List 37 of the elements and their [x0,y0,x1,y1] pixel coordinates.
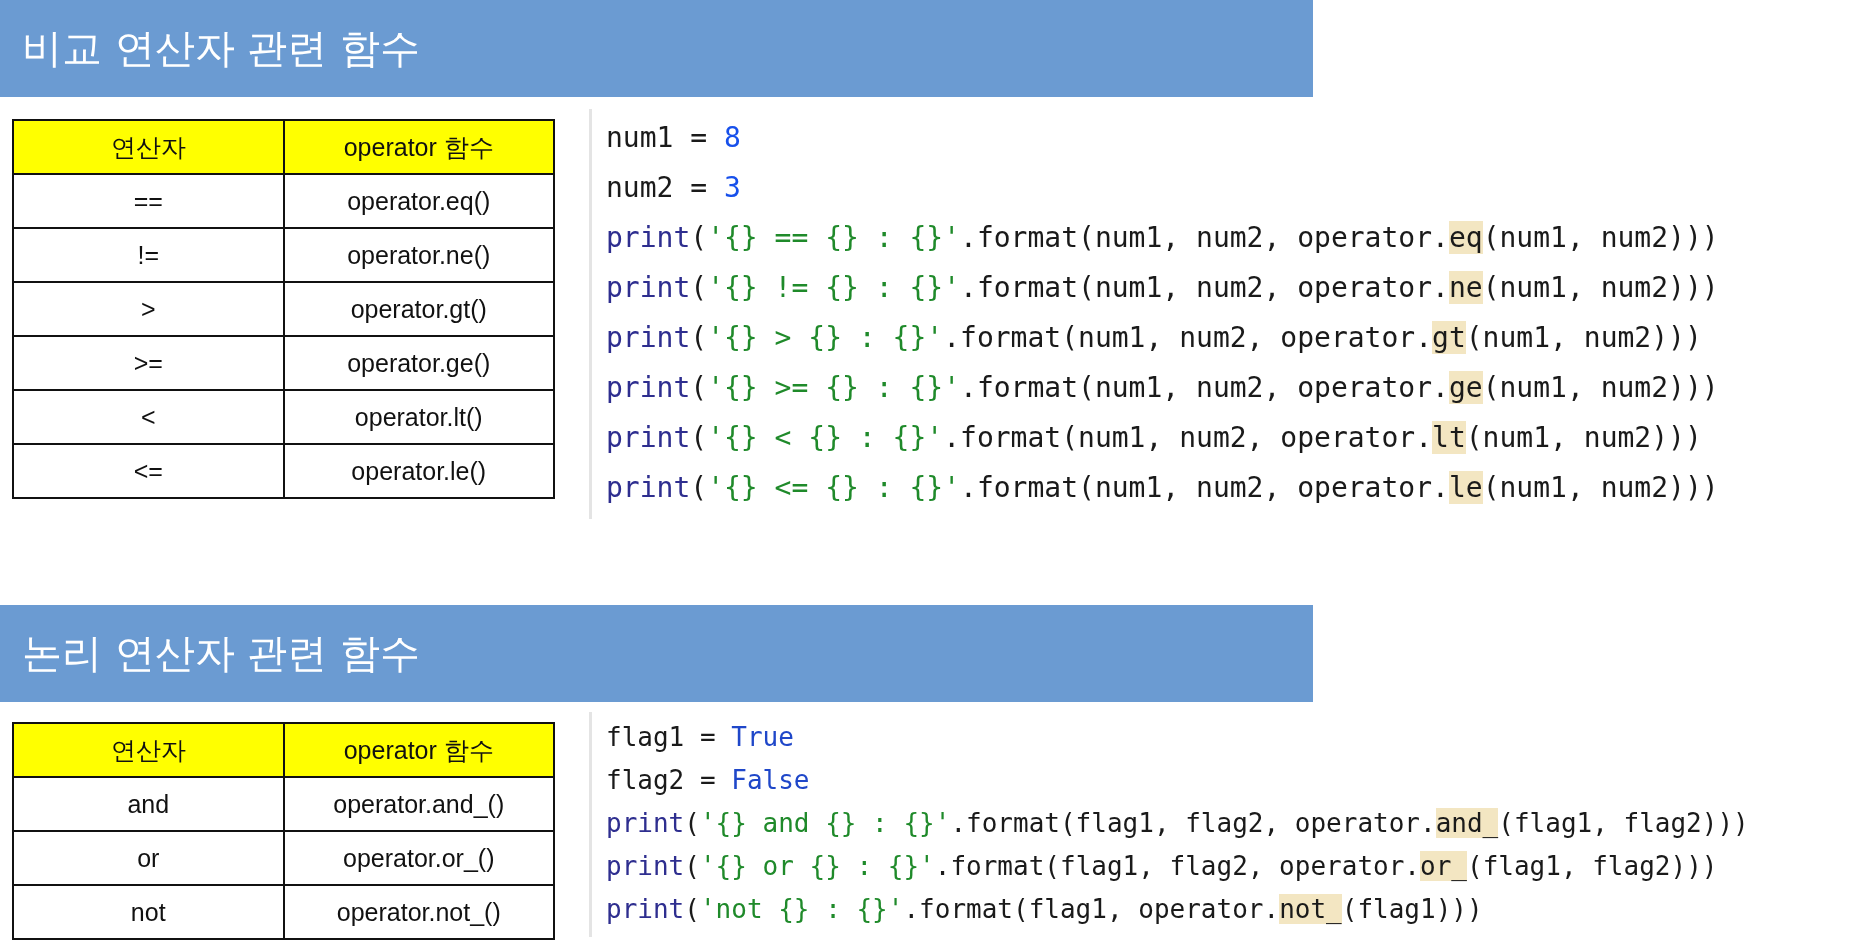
code-line: print('{} or {} : {}'.format(flag1, flag2, operator.or_(flag1, flag2))) [606,850,1718,883]
column-header: 연산자 [13,120,284,174]
table-cell: operator.not_() [283,885,554,939]
table-cell: != [13,228,284,282]
table-cell: <= [13,444,284,498]
code-line: print('{} >= {} : {}'.format(num1, num2, operator.ge(num1, num2))) [606,370,1719,406]
section-title: 비교 연산자 관련 함수 [0,0,1313,97]
table-cell: operator.ne() [283,228,554,282]
code-line: print('{} < {} : {}'.format(num1, num2, operator.lt(num1, num2))) [606,420,1702,456]
code-line: num1 = 8 [606,120,741,156]
code-line: print('{} > {} : {}'.format(num1, num2, operator.gt(num1, num2))) [606,320,1702,356]
table-cell: == [13,174,284,228]
table-cell: < [13,390,284,444]
table-cell: operator.le() [283,444,554,498]
column-header: operator 함수 [283,120,554,174]
code-line: num2 = 3 [606,170,741,206]
table-cell: or [13,831,284,885]
table-cell: operator.ge() [283,336,554,390]
section-title: 논리 연산자 관련 함수 [0,605,1313,702]
table-cell: not [13,885,284,939]
table-cell: operator.or_() [283,831,554,885]
table-cell: operator.eq() [283,174,554,228]
code-line: print('{} == {} : {}'.format(num1, num2, operator.eq(num1, num2))) [606,220,1719,256]
column-header: 연산자 [13,723,284,777]
table-cell: operator.gt() [283,282,554,336]
table-cell: operator.and_() [283,777,554,831]
column-header: operator 함수 [283,723,554,777]
code-line: print('not {} : {}'.format(flag1, operator.not_(flag1))) [606,893,1483,926]
code-line: flag1 = True [606,721,794,754]
table-cell: operator.lt() [283,390,554,444]
code-line: print('{} and {} : {}'.format(flag1, flag2, operator.and_(flag1, flag2))) [606,807,1749,840]
table-cell: >= [13,336,284,390]
code-line: print('{} <= {} : {}'.format(num1, num2, operator.le(num1, num2))) [606,470,1719,506]
code-line: flag2 = False [606,764,810,797]
code-line: print('{} != {} : {}'.format(num1, num2, operator.ne(num1, num2))) [606,270,1719,306]
table-cell: and [13,777,284,831]
table-cell: > [13,282,284,336]
